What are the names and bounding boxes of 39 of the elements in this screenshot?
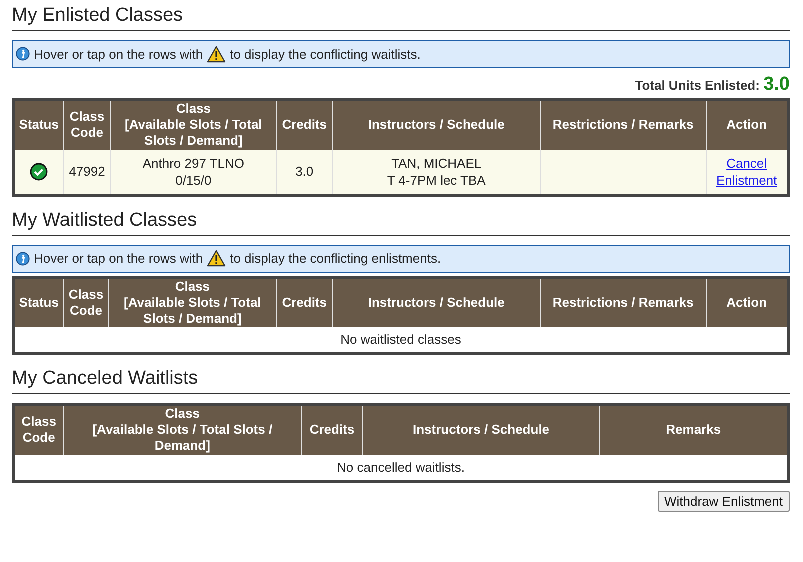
column-header: Class [Available Slots / Total Slots / Demand] (110, 100, 276, 150)
total-label: Total Units Enlisted: (635, 78, 760, 93)
table-cell: TAN, MICHAEL T 4-7PM lec TBA (332, 150, 540, 195)
withdraw-button[interactable]: Withdraw Enlistment (658, 490, 790, 512)
table-cell: 47992 (64, 150, 111, 195)
section-heading: My Waitlisted Classes (12, 208, 198, 232)
banner-text: to display the conflicting waitlists. (230, 46, 421, 62)
column-header: Restrictions / Remarks (540, 277, 706, 327)
column-header: Action (706, 277, 788, 327)
column-header: Instructors / Schedule (362, 404, 600, 454)
table-cell: Anthro 297 TLNO 0/15/0 (110, 150, 276, 195)
info-icon (16, 47, 30, 61)
column-header: Restrictions / Remarks (540, 100, 706, 150)
warning-icon (207, 46, 226, 62)
column-header: Status (14, 277, 64, 327)
column-header: Action (706, 100, 788, 150)
column-header: Class [Available Slots / Total Slots / Demand] (108, 277, 276, 327)
banner-text: to display the conflicting enlistments. (230, 251, 442, 266)
column-header: Remarks (600, 404, 788, 454)
section-heading: My Canceled Waitlists (12, 367, 200, 390)
column-header: Class Code (14, 404, 64, 454)
empty-message: No cancelled waitlists. (14, 454, 788, 481)
total-value: 3.0 (764, 74, 790, 95)
column-header: Class [Available Slots / Total Slots / Demand] (64, 404, 302, 454)
empty-message: No waitlisted classes (14, 327, 788, 354)
banner-text: Hover or tap on the rows with (34, 251, 204, 266)
column-header: Credits (276, 277, 333, 327)
column-header: Status (14, 100, 64, 150)
column-header: Instructors / Schedule (332, 277, 540, 327)
table-cell: 3.0 (276, 150, 333, 195)
warning-icon (207, 250, 226, 267)
info-icon (16, 252, 30, 266)
column-header: Class Code (64, 100, 111, 150)
banner-text: Hover or tap on the rows with (34, 46, 204, 62)
column-header: Credits (276, 100, 333, 150)
column-header: Class Code (64, 277, 109, 327)
section-heading: My Enlisted Classes (12, 4, 184, 27)
column-header: Credits (302, 404, 363, 454)
column-header: Instructors / Schedule (332, 100, 540, 150)
